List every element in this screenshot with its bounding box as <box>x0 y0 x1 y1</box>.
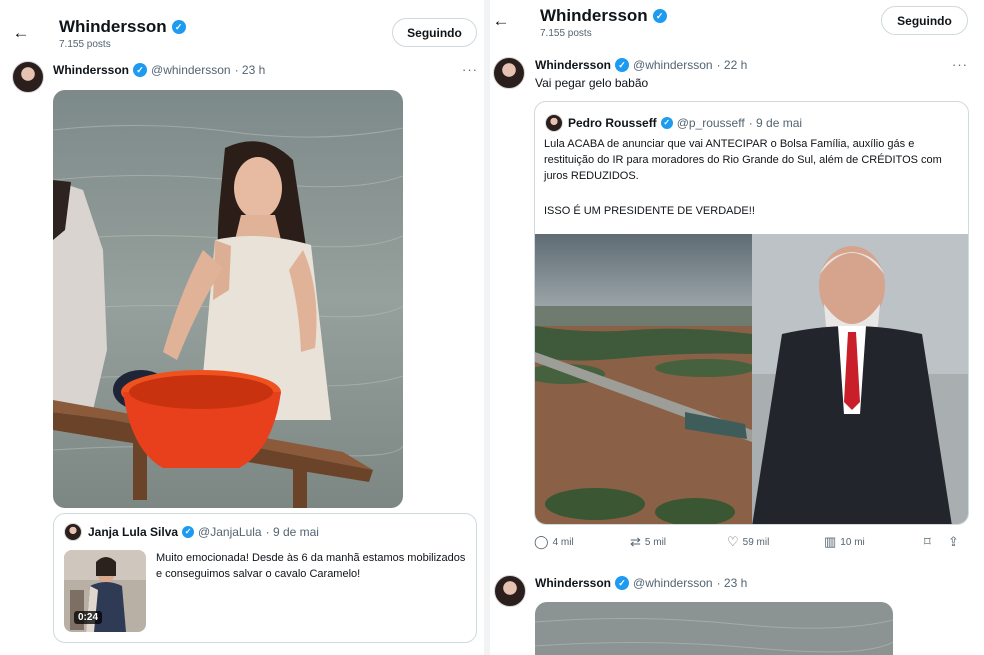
left-screenshot-panel: ← Whindersson ✓ 7.155 posts Seguindo Whi… <box>0 0 484 655</box>
flood-bridge-scene <box>535 234 752 524</box>
video-duration: 0:24 <box>74 611 103 624</box>
author-name[interactable]: Whindersson <box>53 63 129 77</box>
post-video[interactable] <box>535 602 893 655</box>
verified-badge-icon: ✓ <box>171 20 186 34</box>
right-screenshot-panel: ← Whindersson ✓ 7.155 posts Seguindo Whi… <box>490 0 984 655</box>
quoted-author-name[interactable]: Pedro Rousseff <box>568 116 657 130</box>
politician-photo[interactable] <box>752 234 968 524</box>
like-button[interactable]: ♡ 59 mil <box>727 534 824 550</box>
quoted-post[interactable]: Janja Lula Silva ✓ @JanjaLula · 9 de mai… <box>53 513 477 643</box>
arrow-left-icon[interactable]: ← <box>12 24 30 42</box>
repost-icon: ⇄ <box>630 534 641 549</box>
profile-title: Whindersson ✓ <box>540 6 667 26</box>
author-handle[interactable]: @whindersson <box>151 63 231 77</box>
avatar[interactable] <box>545 114 563 132</box>
author-handle[interactable]: @whindersson <box>633 58 713 72</box>
heart-icon: ♡ <box>727 534 739 549</box>
avatar[interactable] <box>494 575 526 607</box>
profile-header: ← Whindersson ✓ 7.155 posts Seguindo <box>490 0 984 52</box>
share-button[interactable]: ⇪ <box>948 534 964 550</box>
views-button[interactable]: ▥ 10 mi <box>824 534 924 550</box>
profile-title: Whindersson ✓ <box>59 17 186 37</box>
posts-count: 7.155 posts <box>59 39 111 50</box>
flood-washing-scene <box>53 90 403 508</box>
following-button[interactable]: Seguindo <box>881 6 968 35</box>
avatar[interactable] <box>493 57 525 89</box>
verified-badge-icon: ✓ <box>615 58 630 72</box>
post-time[interactable]: · 22 h <box>717 58 748 72</box>
quoted-post-text: Lula ACABA de anunciar que vai ANTECIPAR… <box>544 138 942 182</box>
author-name[interactable]: Whindersson <box>535 576 611 590</box>
bar-chart-icon: ▥ <box>824 534 837 549</box>
arrow-left-icon[interactable]: ← <box>492 12 510 30</box>
share-icon: ⇪ <box>948 534 959 549</box>
post-header: Whindersson ✓ @whindersson · 23 h <box>53 63 265 77</box>
verified-badge-icon: ✓ <box>133 63 148 77</box>
post-header: Whindersson ✓ @whindersson · 23 h <box>535 576 747 590</box>
verified-badge-icon: ✓ <box>182 526 195 538</box>
author-name[interactable]: Whindersson <box>535 58 611 72</box>
post-text: Vai pegar gelo babão <box>535 76 649 90</box>
quoted-post-text: Muito emocionada! Desde às 6 da manhã es… <box>156 552 466 580</box>
flood-aerial-photo[interactable] <box>535 234 752 524</box>
more-options-icon[interactable]: ··· <box>952 57 968 72</box>
verified-badge-icon: ✓ <box>615 576 630 590</box>
quoted-post-header: Janja Lula Silva ✓ @JanjaLula · 9 de mai <box>88 525 319 539</box>
post-actions: ◯ 4 mil ⇄ 5 mil ♡ 59 mil ▥ 10 mi ⌑ ⇪ <box>534 534 969 550</box>
quoted-author-handle[interactable]: @p_rousseff <box>677 116 745 130</box>
post-time[interactable]: · 23 h <box>235 63 266 77</box>
verified-badge-icon: ✓ <box>652 9 667 23</box>
reply-icon: ◯ <box>534 534 549 549</box>
post-time[interactable]: · 23 h <box>717 576 748 590</box>
post-header: Whindersson ✓ @whindersson · 22 h <box>535 58 747 72</box>
quoted-video-thumbnail[interactable]: 0:24 <box>64 550 146 632</box>
avatar[interactable] <box>12 61 44 93</box>
quoted-post-text-emphasis: ISSO É UM PRESIDENTE DE VERDADE!! <box>544 205 755 217</box>
verified-badge-icon: ✓ <box>660 117 673 129</box>
more-options-icon[interactable]: ··· <box>462 62 478 77</box>
quoted-post-time[interactable]: · 9 de mai <box>749 116 802 130</box>
bookmark-button[interactable]: ⌑ <box>924 534 948 550</box>
politician-portrait <box>752 234 968 524</box>
quoted-post-header: Pedro Rousseff ✓ @p_rousseff · 9 de mai <box>568 116 802 130</box>
quoted-post[interactable]: Pedro Rousseff ✓ @p_rousseff · 9 de mai … <box>534 101 969 525</box>
post-video[interactable] <box>53 90 403 508</box>
quoted-post-time[interactable]: · 9 de mai <box>266 525 319 539</box>
following-button[interactable]: Seguindo <box>392 18 477 47</box>
avatar[interactable] <box>64 523 82 541</box>
posts-count: 7.155 posts <box>540 28 592 39</box>
quoted-author-name[interactable]: Janja Lula Silva <box>88 525 178 539</box>
author-handle[interactable]: @whindersson <box>633 576 713 590</box>
profile-header: ← Whindersson ✓ 7.155 posts Seguindo <box>0 0 484 52</box>
reply-button[interactable]: ◯ 4 mil <box>534 534 630 550</box>
repost-button[interactable]: ⇄ 5 mil <box>630 534 727 550</box>
bookmark-icon: ⌑ <box>924 534 931 549</box>
flood-water-scene <box>535 602 893 655</box>
quoted-author-handle[interactable]: @JanjaLula <box>198 525 262 539</box>
